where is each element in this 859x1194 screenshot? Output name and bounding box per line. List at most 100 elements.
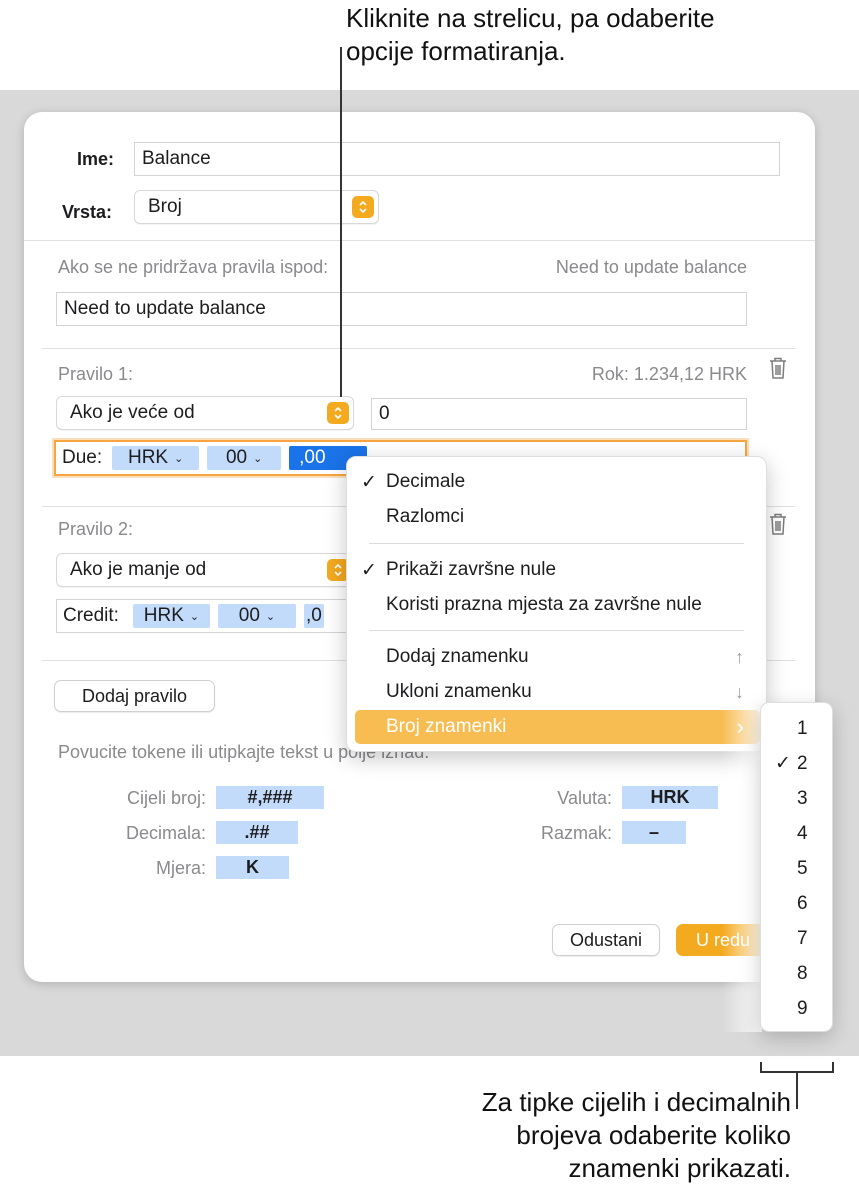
name-value: Balance: [142, 148, 211, 169]
integer-token[interactable]: #,###: [216, 786, 324, 809]
noncompliance-label: Ako se ne pridržava pravila ispod:: [58, 257, 329, 277]
token-text: ,00: [299, 447, 326, 468]
arrow-down-icon: ↓: [735, 681, 744, 702]
menu-item-remove-digit[interactable]: Ukloni znamenku ↓: [347, 675, 766, 709]
menu-item-label: Dodaj znamenku: [386, 646, 529, 667]
token-text: HRK: [143, 605, 184, 626]
rule1-value-field[interactable]: 0: [371, 398, 747, 430]
noncompliance-value: Need to update balance: [64, 298, 266, 319]
annotation-bottom: Za tipke cijelih i decimalnih brojeva od…: [351, 1086, 791, 1185]
submenu-item[interactable]: 1: [761, 711, 832, 746]
rule2-integer-token[interactable]: 00 ⌄: [217, 604, 296, 628]
space-label: Razmak:: [540, 823, 612, 843]
rule2-currency-token[interactable]: HRK ⌄: [132, 604, 210, 628]
rule1-preview: Rok: 1.234,12 HRK: [591, 364, 747, 384]
submenu-item-label: 1: [797, 717, 808, 739]
submenu-item-label: 6: [797, 892, 808, 914]
scale-token[interactable]: K: [216, 856, 289, 879]
menu-item-label: Prikaži završne nule: [386, 559, 557, 580]
add-rule-button[interactable]: Dodaj pravilo: [54, 680, 215, 712]
rule1-popup-stepper-icon[interactable]: [327, 402, 349, 424]
rule1-integer-token[interactable]: 00 ⌄: [207, 446, 282, 470]
name-label: Ime:: [77, 149, 115, 169]
annotation-top: Kliknite na strelicu, pa odaberite opcij…: [346, 2, 846, 68]
submenu-item-label: 8: [797, 962, 808, 984]
type-popup[interactable]: Broj: [134, 190, 379, 224]
rule2-prefix: Credit:: [63, 605, 119, 626]
submenu-item-label: 2: [797, 752, 808, 774]
rule1-trash-icon[interactable]: [768, 356, 788, 380]
annotation-top-leader: [340, 47, 342, 397]
menu-item-label: Koristi prazna mjesta za završne nule: [386, 594, 702, 615]
chevron-down-icon: ⌄: [253, 452, 263, 465]
bracket-right: [832, 1062, 834, 1072]
decimal-token[interactable]: .##: [216, 821, 298, 844]
submenu-item[interactable]: 9: [761, 991, 832, 1026]
rule1-prefix: Due:: [62, 447, 103, 468]
scale-label: Mjera:: [155, 858, 206, 878]
rule2-label: Pravilo 2:: [58, 519, 134, 539]
currency-label: Valuta:: [557, 788, 612, 808]
menu-item-label: Razlomci: [386, 506, 465, 527]
rule1-value: 0: [379, 403, 390, 424]
menu-item-fractions[interactable]: Razlomci: [347, 500, 766, 534]
cancel-button[interactable]: Odustani: [552, 924, 660, 956]
menu-item-decimals[interactable]: ✓ Decimale: [347, 465, 766, 499]
annotation-bottom-leader: [796, 1071, 798, 1109]
submenu-item[interactable]: 6: [761, 886, 832, 921]
name-field[interactable]: Balance: [134, 142, 780, 176]
submenu-item[interactable]: 8: [761, 956, 832, 991]
token-text: 00: [225, 447, 248, 468]
menu-item-label: Broj znamenki: [386, 716, 507, 737]
submenu-item[interactable]: 3: [761, 781, 832, 816]
chevron-down-icon: ⌄: [189, 610, 200, 623]
annotation-top-line1: Kliknite na strelicu, pa odaberite: [346, 3, 715, 33]
submenu-item-label: 5: [797, 857, 808, 879]
decimal-label: Decimala:: [125, 823, 206, 843]
annotation-top-line2: opcije formatiranja.: [346, 36, 566, 66]
chevron-down-icon: ⌄: [174, 452, 184, 465]
menu-item-show-trailing-zeros[interactable]: ✓ Prikaži završne nule: [347, 553, 766, 587]
rule2-condition: Ako je manje od: [70, 559, 207, 580]
submenu-item[interactable]: ✓ 2: [761, 746, 832, 781]
submenu-item[interactable]: 7: [761, 921, 832, 956]
submenu-item-label: 9: [797, 997, 808, 1019]
menu-item-add-digit[interactable]: Dodaj znamenku ↑: [347, 640, 766, 674]
submenu-item[interactable]: 5: [761, 851, 832, 886]
token-context-menu: ✓ Decimale Razlomci ✓ Prikaži završne nu…: [346, 456, 767, 752]
rule2-format-field[interactable]: Credit: HRK ⌄ 00 ⌄ ,0: [56, 599, 356, 633]
menu-item-label: Decimale: [386, 471, 466, 492]
type-value: Broj: [148, 196, 182, 217]
rule2-condition-popup[interactable]: Ako je manje od: [56, 553, 354, 587]
arrow-up-icon: ↑: [735, 646, 744, 667]
rule1-condition: Ako je veće od: [70, 402, 195, 423]
type-popup-stepper-icon[interactable]: [352, 196, 374, 218]
annotation-bottom-line2: brojeva odaberite koliko: [516, 1120, 791, 1150]
checkmark-icon: ✓: [775, 753, 791, 774]
digit-count-submenu: 1 ✓ 2 3 4 5 6 7 8 9: [760, 702, 833, 1032]
annotation-bottom-line3: znamenki prikazati.: [568, 1153, 791, 1183]
submenu-item-label: 4: [797, 822, 808, 844]
token-text: HRK: [127, 447, 169, 468]
rule1-condition-popup[interactable]: Ako je veće od: [56, 396, 354, 430]
rule2-decimal-token[interactable]: ,0: [303, 604, 324, 628]
annotation-bottom-line1: Za tipke cijelih i decimalnih: [481, 1087, 791, 1117]
space-token[interactable]: –: [622, 821, 686, 844]
submenu-item-label: 7: [797, 927, 808, 949]
rule1-label: Pravilo 1:: [58, 364, 134, 384]
currency-token[interactable]: HRK: [622, 786, 718, 809]
token-text: ,0: [306, 605, 322, 626]
rule1-currency-token[interactable]: HRK ⌄: [112, 446, 200, 470]
menu-item-use-spaces[interactable]: Koristi prazna mjesta za završne nule: [347, 588, 766, 622]
integer-label: Cijeli broj:: [126, 788, 206, 808]
checkmark-icon: ✓: [361, 471, 377, 493]
menu-separator: [369, 630, 744, 631]
rule2-trash-icon[interactable]: [768, 512, 788, 536]
divider: [24, 240, 815, 241]
submenu-item-label: 3: [797, 787, 808, 809]
submenu-item[interactable]: 4: [761, 816, 832, 851]
noncompliance-field[interactable]: Need to update balance: [56, 292, 747, 326]
menu-item-label: Ukloni znamenku: [386, 681, 532, 702]
menu-item-digit-count[interactable]: Broj znamenki ›: [355, 710, 760, 744]
checkmark-icon: ✓: [361, 559, 377, 581]
